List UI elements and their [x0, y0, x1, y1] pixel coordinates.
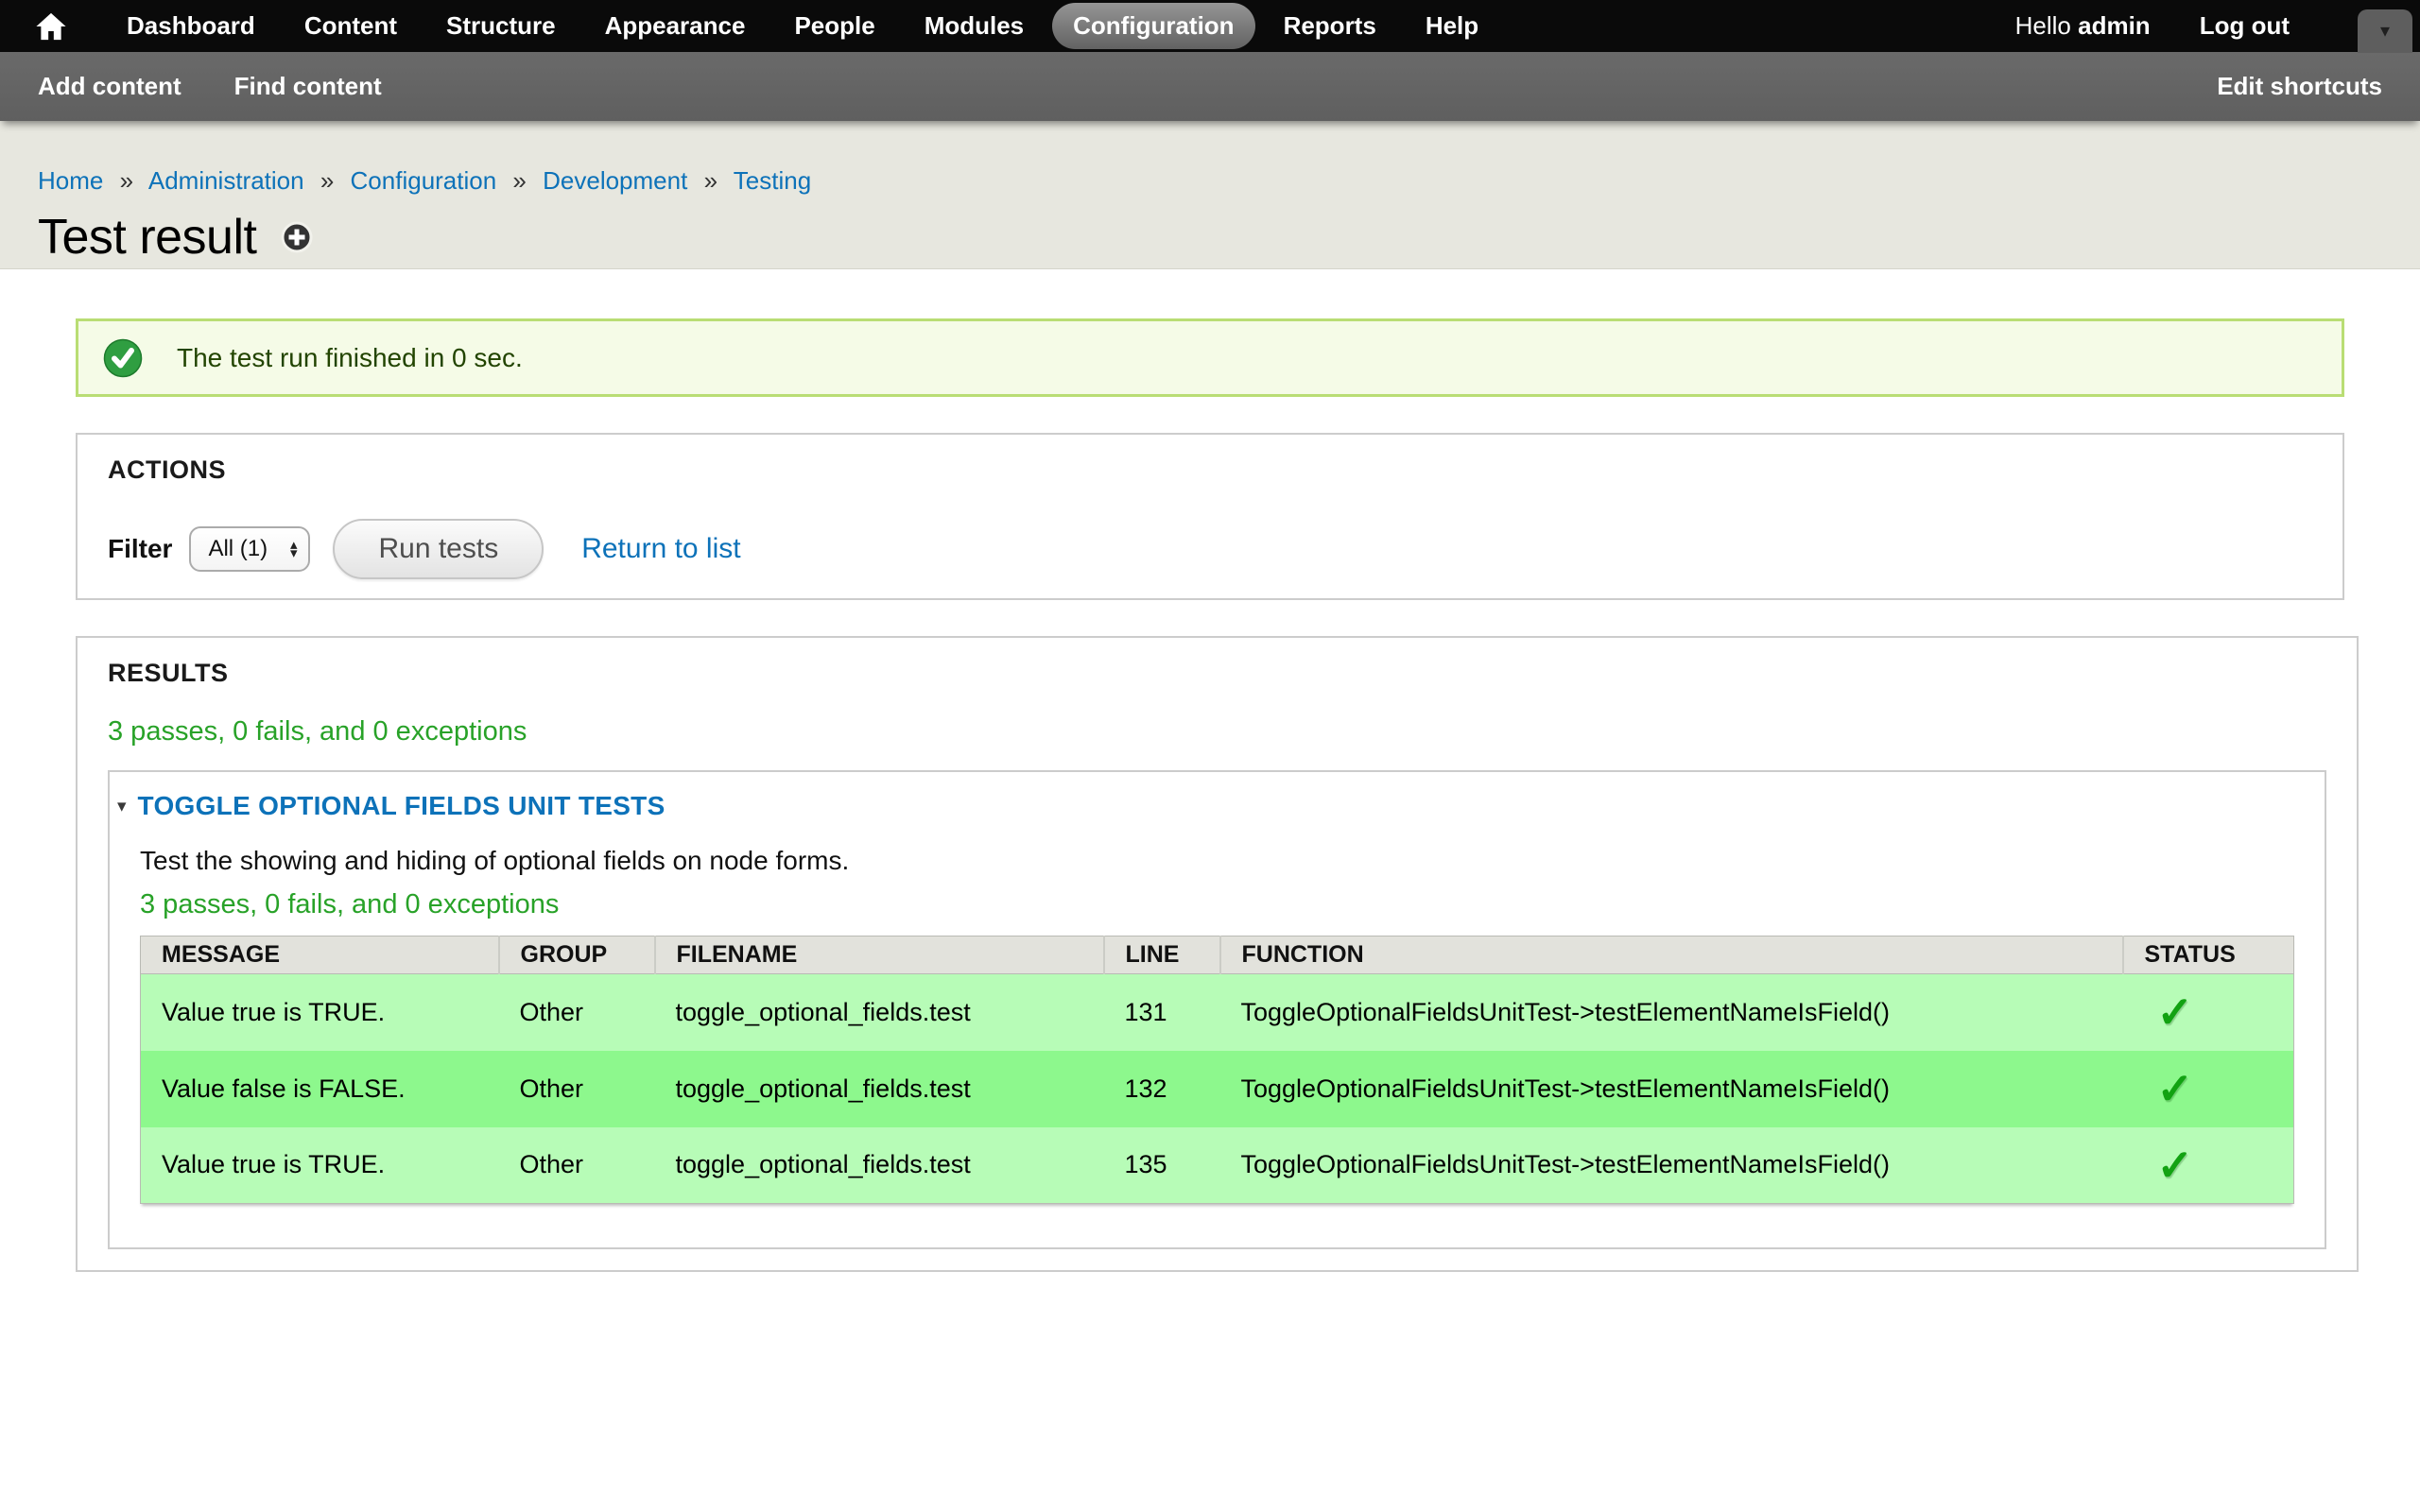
breadcrumb-separator: » — [704, 166, 717, 195]
page-title: Test result — [38, 209, 256, 266]
test-group-summary: 3 passes, 0 fails, and 0 exceptions — [140, 889, 2294, 920]
menu-item-modules[interactable]: Modules — [904, 3, 1045, 49]
cell-line: 131 — [1104, 974, 1220, 1051]
header-function: FUNCTION — [1220, 936, 2123, 974]
cell-filename: toggle_optional_fields.test — [655, 1051, 1104, 1127]
add-shortcut-icon[interactable] — [281, 221, 313, 253]
filter-select[interactable]: All (1) ▴ ▾ — [189, 526, 310, 572]
table-header-row: MESSAGE GROUP FILENAME LINE FUNCTION STA… — [141, 936, 2294, 974]
admin-toolbar: Dashboard Content Structure Appearance P… — [0, 0, 2420, 52]
results-legend: RESULTS — [108, 659, 2326, 688]
cell-message: Value true is TRUE. — [141, 1127, 499, 1204]
menu-item-reports[interactable]: Reports — [1263, 3, 1397, 49]
cell-group: Other — [499, 1127, 655, 1204]
greeting-prefix: Hello — [2015, 11, 2078, 40]
cell-message: Value true is TRUE. — [141, 974, 499, 1051]
cell-line: 132 — [1104, 1051, 1220, 1127]
cell-function: ToggleOptionalFieldsUnitTest->testElemen… — [1220, 1127, 2123, 1204]
username: admin — [2078, 11, 2151, 40]
menu-item-structure[interactable]: Structure — [425, 3, 577, 49]
page-header: Home » Administration » Configuration » … — [0, 121, 2420, 269]
toolbar-toggle-button[interactable]: ▾ — [2358, 9, 2412, 53]
shortcut-add-content[interactable]: Add content — [38, 72, 182, 101]
return-to-list-link[interactable]: Return to list — [581, 533, 740, 565]
breadcrumb-separator: » — [320, 166, 334, 195]
results-summary: 3 passes, 0 fails, and 0 exceptions — [108, 716, 2326, 747]
menu-item-content[interactable]: Content — [284, 3, 418, 49]
cell-filename: toggle_optional_fields.test — [655, 974, 1104, 1051]
test-group-toggle[interactable]: ▾ TOGGLE OPTIONAL FIELDS UNIT TESTS — [117, 791, 2294, 821]
breadcrumb: Home » Administration » Configuration » … — [38, 166, 2382, 196]
header-message: MESSAGE — [141, 936, 499, 974]
success-check-icon — [103, 338, 143, 378]
collapse-arrow-icon: ▾ — [117, 798, 127, 816]
cell-group: Other — [499, 974, 655, 1051]
menu-item-configuration[interactable]: Configuration — [1052, 3, 1254, 49]
header-group: GROUP — [499, 936, 655, 974]
test-group-panel: ▾ TOGGLE OPTIONAL FIELDS UNIT TESTS Test… — [108, 770, 2326, 1249]
menu-item-dashboard[interactable]: Dashboard — [106, 3, 276, 49]
header-line: LINE — [1104, 936, 1220, 974]
edit-shortcuts-link[interactable]: Edit shortcuts — [2217, 72, 2382, 101]
header-filename: FILENAME — [655, 936, 1104, 974]
cell-status: ✓ — [2123, 974, 2294, 1051]
user-greeting: Hello admin — [2015, 11, 2151, 41]
shortcut-bar: Add content Find content Edit shortcuts — [0, 52, 2420, 121]
breadcrumb-testing[interactable]: Testing — [734, 166, 811, 195]
filter-label: Filter — [108, 534, 172, 564]
cell-status: ✓ — [2123, 1127, 2294, 1204]
menu-item-people[interactable]: People — [773, 3, 895, 49]
results-panel: RESULTS 3 passes, 0 fails, and 0 excepti… — [76, 636, 2359, 1272]
actions-legend: ACTIONS — [108, 455, 2312, 485]
breadcrumb-development[interactable]: Development — [543, 166, 687, 195]
breadcrumb-home[interactable]: Home — [38, 166, 103, 195]
toolbar-menu: Dashboard Content Structure Appearance P… — [102, 3, 1503, 49]
test-results-table: MESSAGE GROUP FILENAME LINE FUNCTION STA… — [140, 936, 2294, 1204]
test-group-title[interactable]: TOGGLE OPTIONAL FIELDS UNIT TESTS — [138, 791, 666, 821]
status-message: The test run finished in 0 sec. — [76, 318, 2344, 397]
cell-message: Value false is FALSE. — [141, 1051, 499, 1127]
run-tests-button[interactable]: Run tests — [333, 519, 544, 579]
select-arrow-down-icon: ▾ — [290, 549, 298, 558]
main-content: The test run finished in 0 sec. ACTIONS … — [0, 269, 2420, 1272]
cell-function: ToggleOptionalFieldsUnitTest->testElemen… — [1220, 974, 2123, 1051]
cell-line: 135 — [1104, 1127, 1220, 1204]
breadcrumb-administration[interactable]: Administration — [148, 166, 304, 195]
menu-item-help[interactable]: Help — [1405, 3, 1499, 49]
cell-group: Other — [499, 1051, 655, 1127]
menu-item-appearance[interactable]: Appearance — [584, 3, 767, 49]
cell-status: ✓ — [2123, 1051, 2294, 1127]
filter-select-value: All (1) — [208, 536, 268, 562]
pass-check-icon: ✓ — [2144, 1140, 2194, 1191]
cell-filename: toggle_optional_fields.test — [655, 1127, 1104, 1204]
toolbar-user-area: Hello admin Log out — [2015, 11, 2290, 41]
select-arrows-icon: ▴ ▾ — [290, 541, 298, 558]
actions-panel: ACTIONS Filter All (1) ▴ ▾ Run tests Ret… — [76, 433, 2344, 600]
cell-function: ToggleOptionalFieldsUnitTest->testElemen… — [1220, 1051, 2123, 1127]
header-status: STATUS — [2123, 936, 2294, 974]
logout-link[interactable]: Log out — [2200, 11, 2290, 41]
chevron-down-icon: ▾ — [2380, 22, 2390, 41]
breadcrumb-configuration[interactable]: Configuration — [351, 166, 497, 195]
shortcut-find-content[interactable]: Find content — [234, 72, 382, 101]
table-row: Value true is TRUE. Other toggle_optiona… — [141, 974, 2294, 1051]
table-row: Value false is FALSE. Other toggle_optio… — [141, 1051, 2294, 1127]
table-row: Value true is TRUE. Other toggle_optiona… — [141, 1127, 2294, 1204]
pass-check-icon: ✓ — [2144, 987, 2194, 1038]
breadcrumb-separator: » — [120, 166, 133, 195]
breadcrumb-separator: » — [512, 166, 526, 195]
pass-check-icon: ✓ — [2144, 1063, 2194, 1114]
status-message-text: The test run finished in 0 sec. — [177, 343, 523, 373]
test-group-description: Test the showing and hiding of optional … — [140, 846, 2294, 876]
home-icon[interactable] — [26, 8, 76, 45]
